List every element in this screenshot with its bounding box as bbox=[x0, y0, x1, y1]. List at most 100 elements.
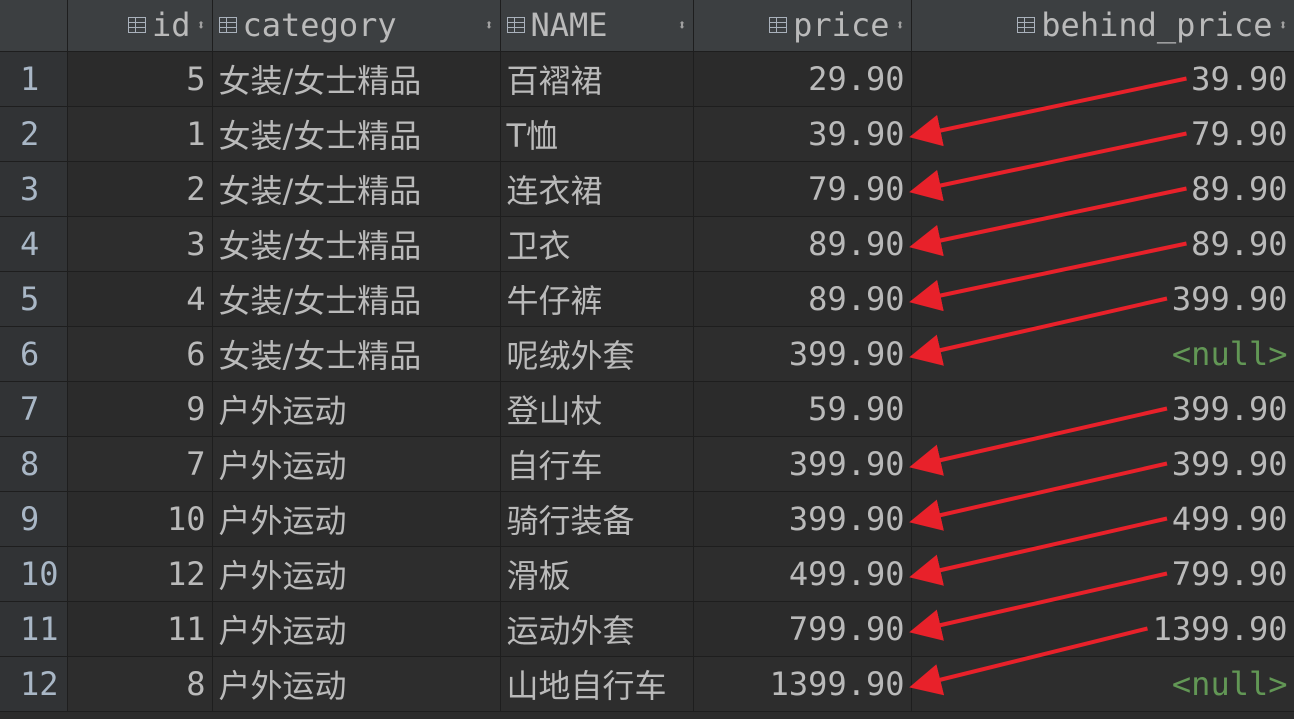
grid-body: 1 5 女装/女士精品 百褶裙 29.90 39.90 2 1 女装/女士精品 T恤 39.90 79… bbox=[0, 51, 1294, 712]
header-row: id ⬍ category ⬍ NAME ⬍ price ⬍ behind_pr… bbox=[0, 0, 1294, 52]
cell-category[interactable]: 户外运动 bbox=[212, 491, 501, 547]
cell-name[interactable]: 山地自行车 bbox=[500, 656, 694, 712]
table-row[interactable]: 5 4 女装/女士精品 牛仔裤 89.90 399.90 bbox=[0, 271, 1294, 327]
row-number: 12 bbox=[0, 656, 68, 712]
cell-behind-price[interactable]: 89.90 bbox=[911, 161, 1294, 217]
cell-behind-price[interactable]: <null> bbox=[911, 326, 1294, 382]
cell-id[interactable]: 12 bbox=[67, 546, 213, 602]
cell-id[interactable]: 8 bbox=[67, 656, 213, 712]
cell-price[interactable]: 399.90 bbox=[693, 326, 912, 382]
cell-behind-price[interactable]: 1399.90 bbox=[911, 601, 1294, 657]
cell-name[interactable]: 登山杖 bbox=[500, 381, 694, 437]
table-row[interactable]: 9 10 户外运动 骑行装备 399.90 499.90 bbox=[0, 491, 1294, 547]
cell-category[interactable]: 女装/女士精品 bbox=[212, 106, 501, 162]
cell-price[interactable]: 1399.90 bbox=[693, 656, 912, 712]
cell-category[interactable]: 女装/女士精品 bbox=[212, 271, 501, 327]
cell-name[interactable]: 滑板 bbox=[500, 546, 694, 602]
cell-name[interactable]: 骑行装备 bbox=[500, 491, 694, 547]
table-row[interactable]: 10 12 户外运动 滑板 499.90 799.90 bbox=[0, 546, 1294, 602]
cell-id[interactable]: 10 bbox=[67, 491, 213, 547]
cell-name[interactable]: T恤 bbox=[500, 106, 694, 162]
row-number: 1 bbox=[0, 51, 68, 107]
cell-id[interactable]: 7 bbox=[67, 436, 213, 492]
column-header-category[interactable]: category ⬍ bbox=[212, 0, 501, 52]
cell-behind-price[interactable]: <null> bbox=[911, 656, 1294, 712]
cell-id[interactable]: 4 bbox=[67, 271, 213, 327]
table-row[interactable]: 12 8 户外运动 山地自行车 1399.90 <null> bbox=[0, 656, 1294, 712]
sort-icon[interactable]: ⬍ bbox=[196, 17, 205, 33]
cell-id[interactable]: 9 bbox=[67, 381, 213, 437]
cell-category[interactable]: 女装/女士精品 bbox=[212, 216, 501, 272]
column-header-behind-price[interactable]: behind_price ⬍ bbox=[911, 0, 1294, 52]
cell-price[interactable]: 89.90 bbox=[693, 271, 912, 327]
row-number: 10 bbox=[0, 546, 68, 602]
column-header-name[interactable]: NAME ⬍ bbox=[500, 0, 694, 52]
cell-name[interactable]: 百褶裙 bbox=[500, 51, 694, 107]
table-row[interactable]: 6 6 女装/女士精品 呢绒外套 399.90 <null> bbox=[0, 326, 1294, 382]
result-grid: id ⬍ category ⬍ NAME ⬍ price ⬍ behind_pr… bbox=[0, 0, 1294, 712]
table-row[interactable]: 11 11 户外运动 运动外套 799.90 1399.90 bbox=[0, 601, 1294, 657]
table-row[interactable]: 4 3 女装/女士精品 卫衣 89.90 89.90 bbox=[0, 216, 1294, 272]
cell-price[interactable]: 499.90 bbox=[693, 546, 912, 602]
cell-price[interactable]: 799.90 bbox=[693, 601, 912, 657]
cell-behind-price[interactable]: 499.90 bbox=[911, 491, 1294, 547]
table-row[interactable]: 1 5 女装/女士精品 百褶裙 29.90 39.90 bbox=[0, 51, 1294, 107]
cell-price[interactable]: 39.90 bbox=[693, 106, 912, 162]
cell-behind-price[interactable]: 799.90 bbox=[911, 546, 1294, 602]
cell-id[interactable]: 3 bbox=[67, 216, 213, 272]
table-row[interactable]: 7 9 户外运动 登山杖 59.90 399.90 bbox=[0, 381, 1294, 437]
cell-id[interactable]: 6 bbox=[67, 326, 213, 382]
cell-price[interactable]: 79.90 bbox=[693, 161, 912, 217]
sort-icon[interactable]: ⬍ bbox=[484, 17, 493, 33]
cell-category[interactable]: 户外运动 bbox=[212, 601, 501, 657]
column-icon bbox=[769, 17, 788, 34]
column-header-label: category bbox=[242, 6, 397, 45]
cell-name[interactable]: 牛仔裤 bbox=[500, 271, 694, 327]
cell-behind-price[interactable]: 399.90 bbox=[911, 381, 1294, 437]
column-header-price[interactable]: price ⬍ bbox=[693, 0, 912, 52]
row-number: 11 bbox=[0, 601, 68, 657]
cell-behind-price[interactable]: 79.90 bbox=[911, 106, 1294, 162]
cell-name[interactable]: 卫衣 bbox=[500, 216, 694, 272]
cell-category[interactable]: 女装/女士精品 bbox=[212, 51, 501, 107]
column-icon bbox=[506, 17, 525, 34]
cell-id[interactable]: 5 bbox=[67, 51, 213, 107]
cell-category[interactable]: 户外运动 bbox=[212, 546, 501, 602]
cell-category[interactable]: 户外运动 bbox=[212, 381, 501, 437]
sort-icon[interactable]: ⬍ bbox=[1278, 17, 1287, 33]
row-number: 2 bbox=[0, 106, 68, 162]
table-row[interactable]: 2 1 女装/女士精品 T恤 39.90 79.90 bbox=[0, 106, 1294, 162]
cell-name[interactable]: 呢绒外套 bbox=[500, 326, 694, 382]
cell-price[interactable]: 59.90 bbox=[693, 381, 912, 437]
cell-category[interactable]: 女装/女士精品 bbox=[212, 326, 501, 382]
column-header-label: NAME bbox=[530, 6, 608, 45]
cell-behind-price[interactable]: 399.90 bbox=[911, 271, 1294, 327]
row-number: 7 bbox=[0, 381, 68, 437]
cell-id[interactable]: 1 bbox=[67, 106, 213, 162]
cell-category[interactable]: 户外运动 bbox=[212, 656, 501, 712]
cell-name[interactable]: 运动外套 bbox=[500, 601, 694, 657]
cell-behind-price[interactable]: 399.90 bbox=[911, 436, 1294, 492]
cell-price[interactable]: 399.90 bbox=[693, 491, 912, 547]
cell-price[interactable]: 29.90 bbox=[693, 51, 912, 107]
cell-behind-price[interactable]: 39.90 bbox=[911, 51, 1294, 107]
cell-name[interactable]: 自行车 bbox=[500, 436, 694, 492]
sort-icon[interactable]: ⬍ bbox=[895, 17, 904, 33]
table-row[interactable]: 3 2 女装/女士精品 连衣裙 79.90 89.90 bbox=[0, 161, 1294, 217]
column-header-id[interactable]: id ⬍ bbox=[67, 0, 213, 52]
column-icon bbox=[218, 17, 237, 34]
rownum-header bbox=[0, 0, 68, 52]
cell-price[interactable]: 89.90 bbox=[693, 216, 912, 272]
table-row[interactable]: 8 7 户外运动 自行车 399.90 399.90 bbox=[0, 436, 1294, 492]
column-icon bbox=[1017, 17, 1036, 34]
cell-behind-price[interactable]: 89.90 bbox=[911, 216, 1294, 272]
sort-icon[interactable]: ⬍ bbox=[677, 17, 686, 33]
row-number: 5 bbox=[0, 271, 68, 327]
cell-category[interactable]: 户外运动 bbox=[212, 436, 501, 492]
cell-name[interactable]: 连衣裙 bbox=[500, 161, 694, 217]
cell-id[interactable]: 11 bbox=[67, 601, 213, 657]
cell-price[interactable]: 399.90 bbox=[693, 436, 912, 492]
cell-category[interactable]: 女装/女士精品 bbox=[212, 161, 501, 217]
cell-id[interactable]: 2 bbox=[67, 161, 213, 217]
column-icon bbox=[127, 17, 146, 34]
